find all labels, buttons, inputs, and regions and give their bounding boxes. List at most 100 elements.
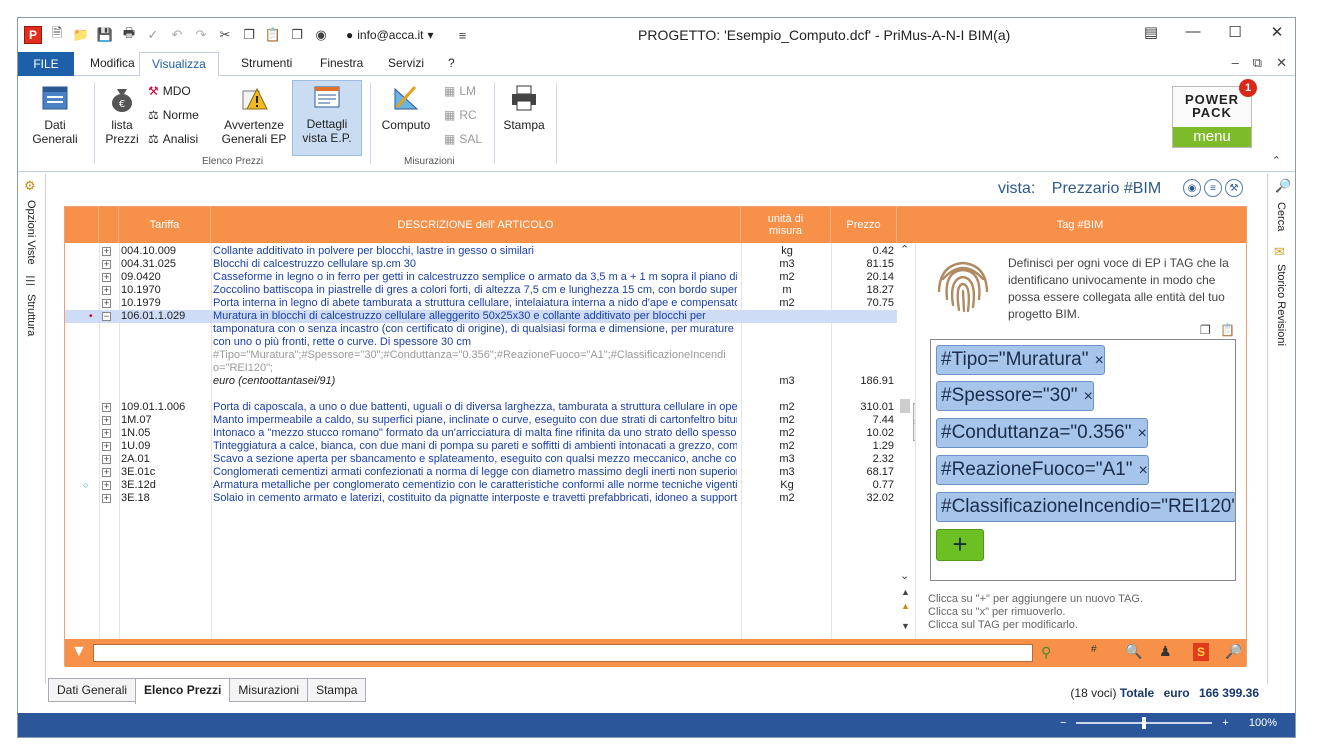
expand-icon[interactable]: + <box>102 403 111 412</box>
close-icon[interactable]: ✕ <box>1267 23 1287 41</box>
opzioni-viste-tab[interactable]: Opzioni Viste <box>25 200 37 265</box>
filter-icon[interactable]: ▼ <box>71 643 87 661</box>
add-tag-button[interactable]: + <box>936 529 984 561</box>
copy-icon[interactable]: ❐ <box>240 26 258 44</box>
header-unita[interactable]: unità di misura <box>741 207 831 243</box>
header-tariffa[interactable]: Tariffa <box>119 207 211 243</box>
expand-icon[interactable]: + <box>102 494 111 503</box>
scroll-top-icon[interactable]: ▲ <box>901 587 910 597</box>
lm-button[interactable]: ▦ LM <box>444 84 476 98</box>
tab-visualizza[interactable]: Visualizza <box>139 52 219 77</box>
paste-special-icon[interactable]: ❐ <box>288 26 306 44</box>
app-logo[interactable]: P <box>24 26 42 44</box>
mdi-minimize-icon[interactable]: – <box>1232 55 1239 71</box>
table-row[interactable]: +004.31.025 Blocchi di calcestruzzo cellu… <box>65 258 897 271</box>
minimize-icon[interactable]: — <box>1183 23 1203 41</box>
table-row[interactable]: +1N.05 Intonaco a "mezzo stucco romano" f… <box>65 427 897 440</box>
mdi-restore-icon[interactable]: ⧉ <box>1253 55 1262 71</box>
expand-icon[interactable]: + <box>102 273 111 282</box>
table-row[interactable]: +1M.07 Manto impermeabile a caldo, su sup… <box>65 414 897 427</box>
norme-button[interactable]: ⚖ Norme <box>148 108 199 122</box>
tab-stampa[interactable]: Stampa <box>307 678 367 702</box>
table-row[interactable]: +3E.18 Solaio in cemento armato e lateriz… <box>65 492 897 505</box>
search-icon[interactable]: 🔎 <box>1275 178 1291 194</box>
cut-icon[interactable]: ✂ <box>216 26 234 44</box>
tab-modifica[interactable]: Modifica <box>90 56 135 70</box>
copy-tags-icon[interactable]: ❐ <box>1200 323 1211 337</box>
dati-generali-button[interactable]: Dati Generali <box>28 82 82 152</box>
table-row[interactable]: +004.10.009 Collante additivato in polver… <box>65 245 897 258</box>
mouse-icon[interactable]: ◉ <box>312 26 330 44</box>
expand-icon[interactable]: + <box>102 260 111 269</box>
tab-help[interactable]: ? <box>448 56 455 70</box>
tag-chip[interactable]: #Tipo="Muratura" × <box>936 345 1105 375</box>
paste-tags-icon[interactable]: 📋 <box>1220 323 1235 337</box>
zoom-slider[interactable] <box>1076 717 1213 729</box>
tag-chip[interactable]: #Spessore="30" × <box>936 381 1094 411</box>
scroll-bottom-icon[interactable]: ▼ <box>901 621 910 631</box>
mdi-close-icon[interactable]: ✕ <box>1276 55 1287 71</box>
spellcheck-icon[interactable]: ✓ <box>144 26 162 44</box>
struttura-tab[interactable]: Struttura <box>25 294 37 336</box>
selected-row[interactable]: • − 106.01.1.029 Muratura in blocchi di … <box>65 310 897 323</box>
table-row[interactable]: +109.01.1.006 Porta di caposcala, a uno o… <box>65 401 897 414</box>
expand-icon[interactable]: + <box>102 481 111 490</box>
tab-misurazioni[interactable]: Misurazioni <box>229 678 308 702</box>
ribbon-display-icon[interactable]: ▤ <box>1141 23 1161 41</box>
expand-icon[interactable]: + <box>102 429 111 438</box>
remove-tag-icon[interactable]: × <box>1094 352 1103 369</box>
vista-selector[interactable]: vista: Prezzario #BIM <box>998 180 1161 198</box>
undo-icon[interactable]: ↶ <box>168 26 186 44</box>
expand-icon[interactable]: + <box>102 455 111 464</box>
grid-scrollbar[interactable]: ⌃ ⌄ ▲ ▲ ▼ <box>897 243 913 639</box>
header-descrizione[interactable]: DESCRIZIONE dell' ARTICOLO <box>211 207 741 243</box>
revision-icon[interactable]: ✉ <box>1274 244 1285 260</box>
scroll-down-icon[interactable]: ⌄ <box>900 569 909 582</box>
expand-icon[interactable]: + <box>102 416 111 425</box>
tools-icon[interactable]: ⚒ <box>1225 179 1243 197</box>
list-view-icon[interactable]: ≡ <box>1204 179 1222 197</box>
mdo-button[interactable]: ⚒ MDO <box>148 84 191 98</box>
zoom-out-button[interactable]: − <box>1060 717 1066 729</box>
shield-icon[interactable]: S <box>1193 643 1209 661</box>
eye-icon[interactable]: ◉ <box>1183 179 1201 197</box>
sal-button[interactable]: ▦ SAL <box>444 132 482 146</box>
tab-file[interactable]: FILE <box>18 52 74 76</box>
tab-elenco-prezzi[interactable]: Elenco Prezzi <box>135 678 230 704</box>
analisi-button[interactable]: ⚖ Analisi <box>148 132 198 146</box>
storico-revisioni-tab[interactable]: Storico Revisioni <box>1275 264 1287 346</box>
table-row[interactable]: +10.1970 Zoccolino battiscopa in piastrel… <box>65 284 897 297</box>
bim-icon[interactable]: # <box>1091 644 1097 655</box>
zoom-thumb[interactable] <box>1142 717 1147 729</box>
table-row[interactable]: +09.0420 Casseforme in legno o in ferro p… <box>65 271 897 284</box>
tag-chip[interactable]: #Conduttanza="0.356" × <box>936 418 1148 448</box>
save-icon[interactable]: 💾 <box>96 26 114 44</box>
scroll-up-icon[interactable]: ⌃ <box>900 243 909 256</box>
lista-prezzi-button[interactable]: € lista Prezzi <box>102 82 142 152</box>
new-file-icon[interactable]: 🗎 <box>48 25 66 44</box>
customize-qat-icon[interactable]: ≡ <box>454 26 472 44</box>
dettagli-vista-button[interactable]: Dettagli vista E.P. <box>292 80 362 156</box>
filter-input[interactable] <box>93 644 1033 662</box>
tab-servizi[interactable]: Servizi <box>388 56 424 70</box>
structure-icon[interactable]: ☰ <box>25 274 36 288</box>
maximize-icon[interactable]: ☐ <box>1225 23 1245 41</box>
table-row[interactable]: +3E.01c Conglomerati cementizi armati con… <box>65 466 897 479</box>
table-row[interactable]: +10.1979 Porta interna in legno di abete … <box>65 297 897 310</box>
print-icon[interactable]: 🖶 <box>120 25 138 44</box>
expand-icon[interactable]: + <box>102 299 111 308</box>
collapse-ribbon-icon[interactable]: ⌃ <box>1272 154 1281 167</box>
header-prezzo[interactable]: Prezzo <box>831 207 897 243</box>
filter-search-icon[interactable]: ⚲ <box>1041 644 1051 661</box>
scroll-marker-icon[interactable]: ▲ <box>901 601 910 611</box>
expand-icon[interactable]: + <box>102 247 111 256</box>
remove-tag-icon[interactable]: × <box>1137 425 1146 442</box>
table-row[interactable]: +2A.01 Scavo a sezione aperta per sbancam… <box>65 453 897 466</box>
tab-dati-generali[interactable]: Dati Generali <box>48 678 136 702</box>
expand-icon[interactable]: + <box>102 468 111 477</box>
magnifier-icon[interactable]: 🔎 <box>1225 643 1242 660</box>
tab-strumenti[interactable]: Strumenti <box>241 56 292 70</box>
power-pack-menu-button[interactable]: POWER PACK menu 1 <box>1172 79 1257 148</box>
search-tag-icon[interactable]: 🔍 <box>1125 643 1142 660</box>
collapse-icon[interactable]: − <box>102 312 111 321</box>
